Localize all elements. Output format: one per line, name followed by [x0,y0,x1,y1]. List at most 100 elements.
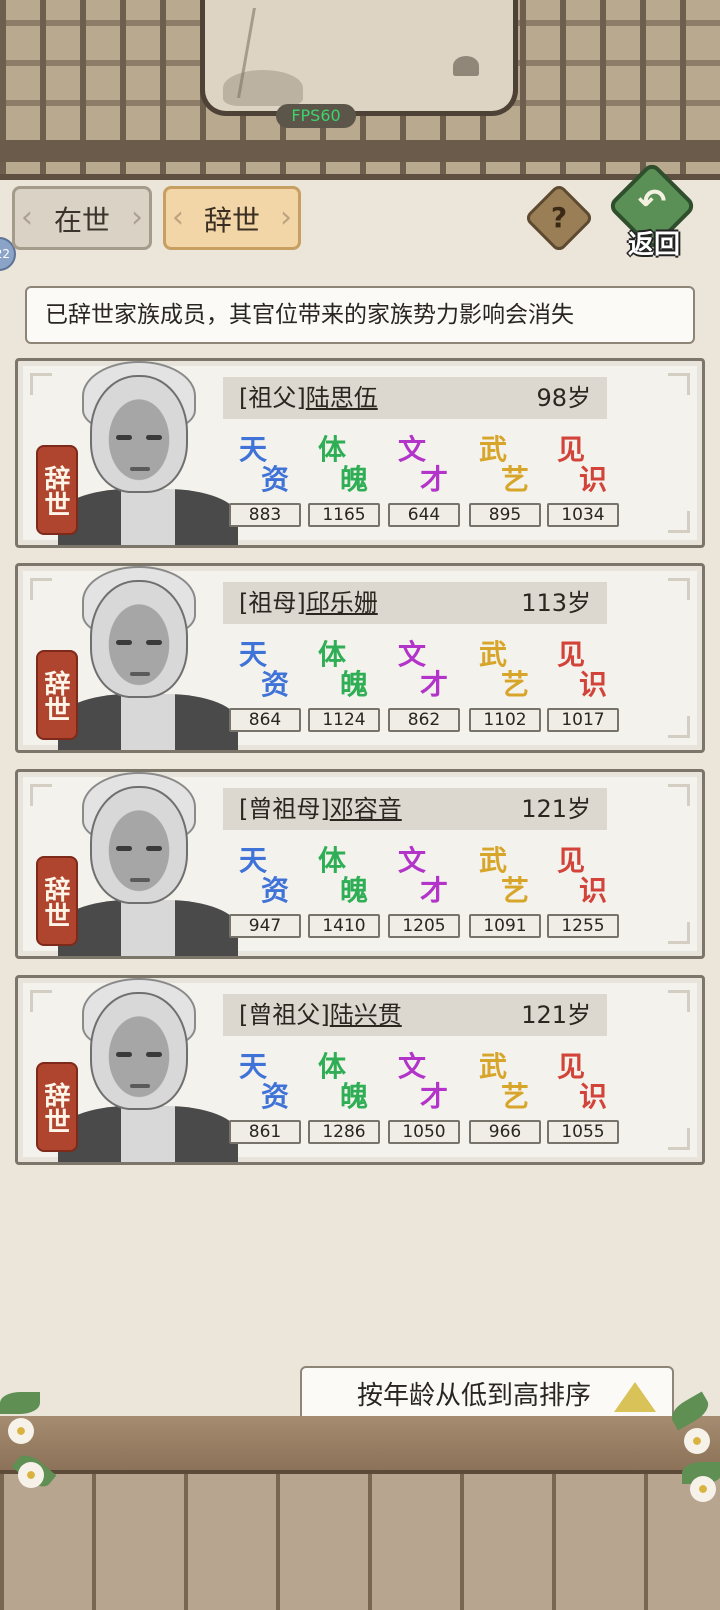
portrait-face [90,786,188,904]
stat-label-char: 识 [579,1080,608,1113]
stat-value: 1286 [308,1120,380,1144]
stat-label-char: 识 [579,668,608,701]
stat-label-char: 体 [318,844,347,877]
member-title: [曾祖父] [239,1001,330,1029]
stat-label: 天 资 [233,640,297,704]
deceased-seal-text: 辞世 [40,465,70,517]
stat-label-char: 魄 [340,874,369,907]
portrait-eye [146,846,162,851]
deceased-seal-text: 辞世 [40,1082,70,1134]
card-corner-ornament [668,716,690,738]
stat-label-char: 才 [420,463,449,496]
stat-label-char: 魄 [340,463,369,496]
member-name[interactable]: 邓容音 [330,795,402,823]
stat-label: 见 识 [551,435,615,499]
portrait-robe [58,900,238,956]
stat-label: 体 魄 [312,846,376,910]
card-corner-ornament [668,784,690,806]
member-card[interactable]: 辞世 [曾祖母]邓容音 121岁 天 资 947 体 魄 1410 文 才 12… [15,769,705,959]
stat-label-char: 武 [479,844,508,877]
stat-label: 武 艺 [473,1052,537,1116]
stat-label-char: 天 [239,844,268,877]
stat-label: 体 魄 [312,435,376,499]
portrait-mouth [130,467,150,471]
portrait-mouth [130,672,150,676]
stat-value: 1034 [547,503,619,527]
stat-label-char: 天 [239,433,268,466]
deceased-notice: 已辞世家族成员，其官位带来的家族势力影响会消失 [25,286,695,344]
tab-alive[interactable]: ‹ 在世 › [12,186,152,250]
stat-label-char: 天 [239,1050,268,1083]
portrait-robe [58,1106,238,1162]
card-corner-ornament [668,373,690,395]
back-button-label: 返回 [627,230,680,260]
stat-value: 1050 [388,1120,460,1144]
stat-label-char: 见 [557,433,586,466]
stat-label: 武 艺 [473,435,537,499]
stat-label-char: 文 [398,844,427,877]
stat-label-char: 识 [579,463,608,496]
stat-label: 武 艺 [473,846,537,910]
portrait-eye [146,435,162,440]
painting-orchid [237,8,343,98]
stat-value: 644 [388,503,460,527]
stat-value: 1124 [308,708,380,732]
member-name[interactable]: 邱乐姗 [306,589,378,617]
stat-label-char: 武 [479,638,508,671]
stat-value: 1255 [547,914,619,938]
floor-beam [0,1416,720,1474]
member-age: 98岁 [536,384,591,412]
painting-butterfly [453,56,479,76]
stat-value: 862 [388,708,460,732]
portrait-mouth [130,878,150,882]
stat-aptitude: 天 资 861 [229,1052,301,1148]
portrait-face [90,375,188,493]
member-card[interactable]: 辞世 [曾祖父]陆兴贯 121岁 天 资 861 体 魄 1286 文 才 10… [15,975,705,1165]
member-name-bar: [曾祖父]陆兴贯 121岁 [223,994,607,1036]
stat-label: 文 才 [392,640,456,704]
stat-aptitude: 天 资 864 [229,640,301,736]
stat-physique: 体 魄 1286 [308,1052,380,1148]
deceased-seal: 辞世 [36,650,78,740]
stat-label: 天 资 [233,1052,297,1116]
back-button[interactable]: ↶ 返回 [606,160,698,260]
member-age: 113岁 [521,589,591,617]
stat-label: 体 魄 [312,1052,376,1116]
member-name[interactable]: 陆思伍 [306,384,378,412]
stat-physique: 体 魄 1165 [308,435,380,531]
stat-label-char: 体 [318,638,347,671]
chevron-left-icon: ‹ [21,200,33,235]
stat-value: 1102 [469,708,541,732]
stat-label-char: 魄 [340,1080,369,1113]
stat-literary: 文 才 1050 [388,1052,460,1148]
card-corner-ornament [668,1128,690,1150]
flower-right [684,1428,710,1454]
chevron-right-icon: › [131,200,143,235]
member-card[interactable]: 辞世 [祖母]邱乐姗 113岁 天 资 864 体 魄 1124 文 才 862… [15,563,705,753]
stat-label-char: 资 [261,1080,290,1113]
member-age: 121岁 [521,795,591,823]
member-card[interactable]: 辞世 [祖父]陆思伍 98岁 天 资 883 体 魄 1165 文 才 644 … [15,358,705,548]
plant-leaf-left [0,1392,40,1414]
tab-deceased[interactable]: ‹ 辞世 › [163,186,301,250]
ink-painting [200,0,518,116]
stat-value: 861 [229,1120,301,1144]
portrait-eye [116,846,132,851]
stat-value: 1165 [308,503,380,527]
question-mark-icon: ? [550,201,568,234]
member-title: [曾祖母] [239,795,330,823]
stat-label-char: 才 [420,874,449,907]
deceased-seal: 辞世 [36,445,78,535]
stat-value: 1017 [547,708,619,732]
member-name[interactable]: 陆兴贯 [330,1001,402,1029]
portrait-robe [58,489,238,545]
stat-martial: 武 艺 1091 [469,846,541,942]
stat-value: 966 [469,1120,541,1144]
deceased-seal: 辞世 [36,856,78,946]
stat-aptitude: 天 资 947 [229,846,301,942]
flower-left [18,1462,44,1488]
help-button[interactable]: ? [523,182,595,254]
stat-martial: 武 艺 1102 [469,640,541,736]
stat-label-char: 才 [420,668,449,701]
stat-label: 武 艺 [473,640,537,704]
